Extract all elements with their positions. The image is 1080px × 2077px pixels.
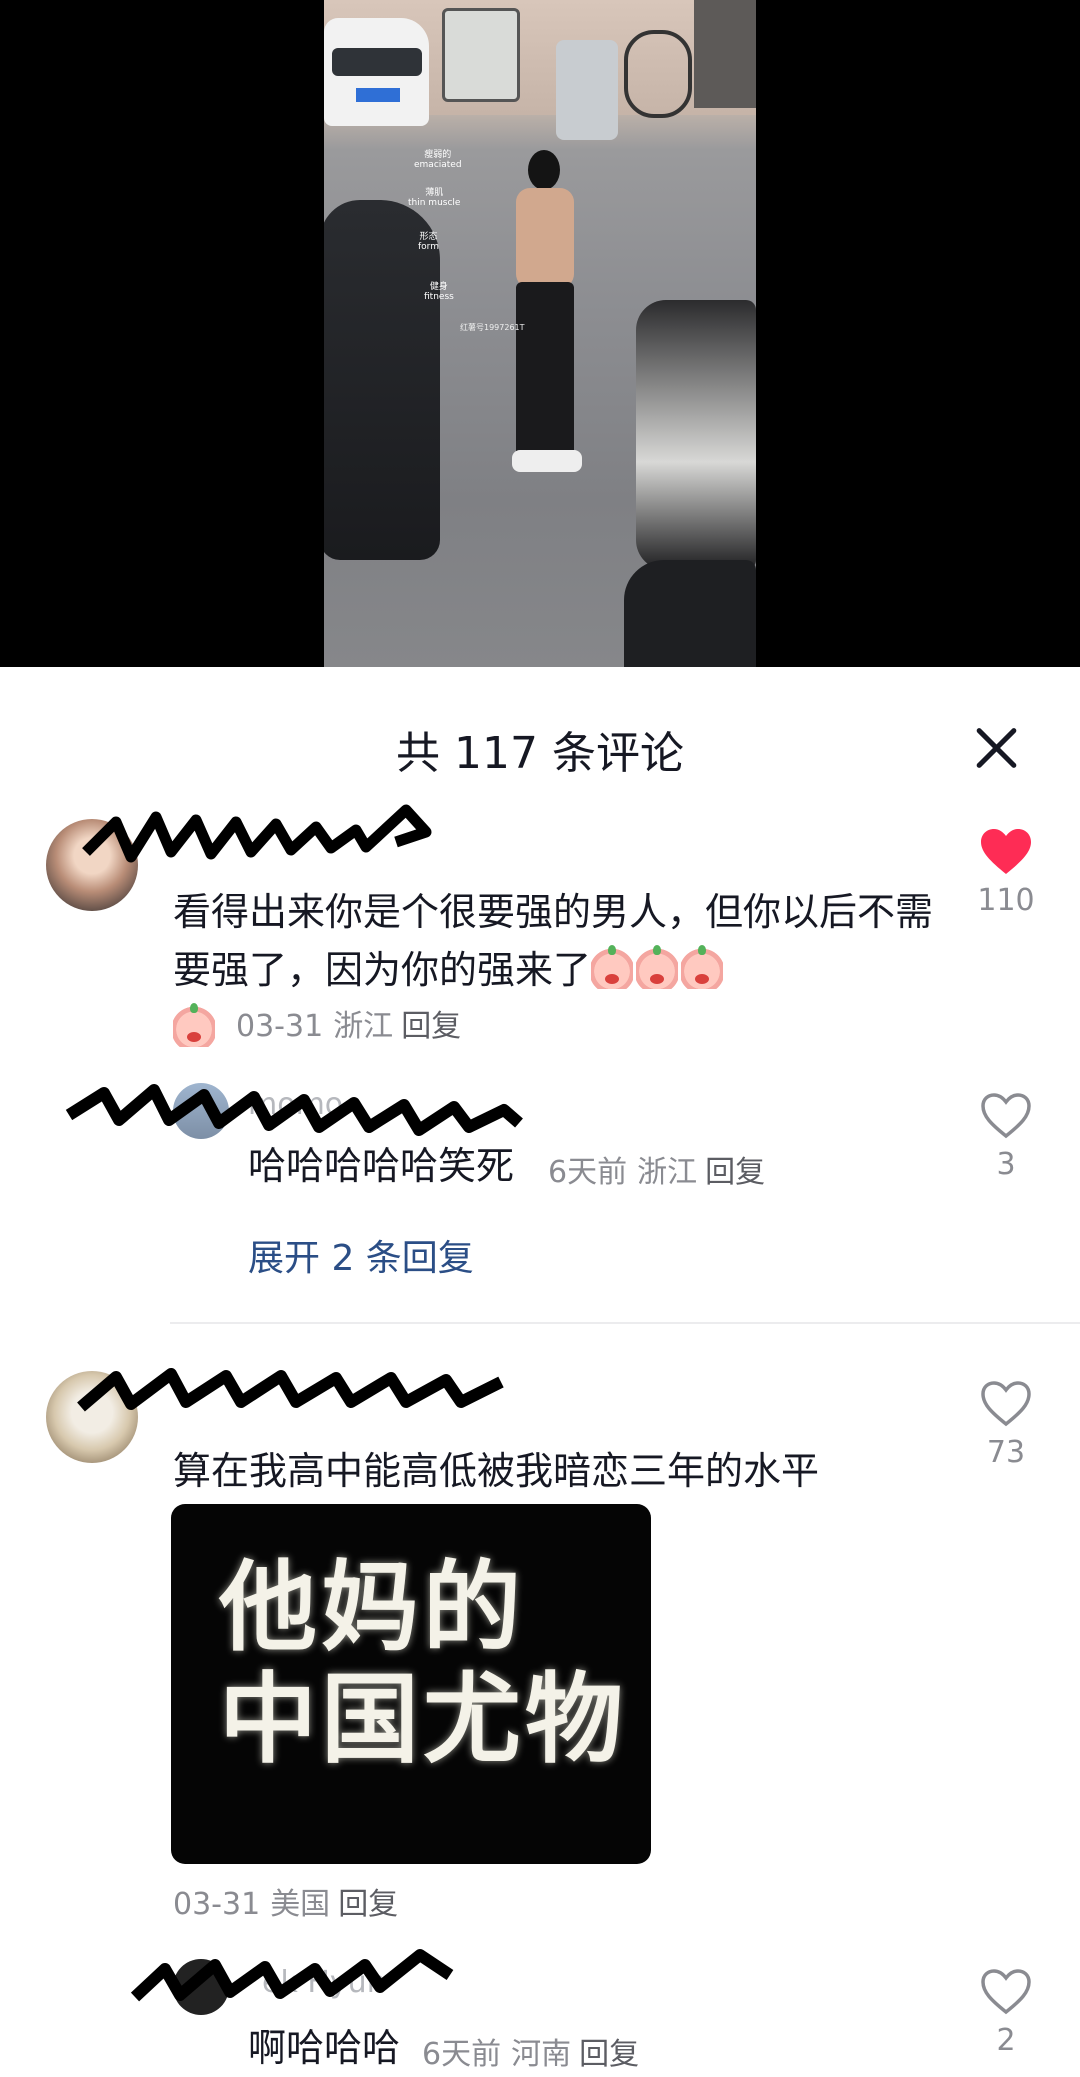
video-label-cn: 健身 — [429, 282, 448, 292]
heart-outline-icon — [981, 1381, 1031, 1427]
video-person-legs — [516, 282, 574, 460]
comment-region: 河南 — [511, 2037, 572, 2072]
video-watermark: 红薯号1997261T — [460, 323, 525, 332]
like-button[interactable]: 110 — [956, 827, 1056, 918]
heart-outline-icon — [981, 1093, 1031, 1139]
redaction-scribble — [77, 1368, 504, 1412]
peach-emoji-icon — [681, 945, 724, 989]
video-person-head — [528, 150, 560, 190]
comment-date: 6天前 — [548, 1155, 628, 1190]
video-label-thin-muscle: 薄肌 thin muscle — [408, 188, 460, 208]
video-label-form: 形态 form — [418, 232, 439, 252]
peach-emoji-icon — [591, 945, 634, 989]
comment-image-text: 中国尤物 — [219, 1662, 628, 1777]
heart-outline-icon — [981, 1969, 1031, 2015]
redaction-scribble — [65, 1084, 523, 1136]
video-label-cn: 瘦弱的 — [424, 150, 452, 160]
like-count: 73 — [986, 1435, 1026, 1470]
divider — [170, 1322, 1080, 1324]
video-cart — [442, 8, 520, 102]
video-car-plate — [356, 88, 400, 102]
comment-meta: 6天前 河南 回复 — [422, 2029, 639, 2073]
video-player[interactable]: 瘦弱的 emaciated 薄肌 thin muscle 形态 form 健身 … — [0, 0, 1080, 667]
comment-image[interactable]: 他妈的 中国尤物 — [171, 1504, 651, 1864]
video-parcel — [556, 40, 618, 140]
video-label-cn: 薄肌 — [425, 188, 444, 198]
reply-text: 啊哈哈哈 — [248, 2026, 401, 2070]
like-count: 2 — [996, 2023, 1016, 2058]
video-label-en: form — [418, 242, 439, 252]
comment-region: 浙江 — [637, 1155, 698, 1190]
comment-meta: 03-31 浙江 回复 — [236, 1001, 461, 1045]
video-car-window — [332, 48, 422, 76]
video-person-shoes — [512, 450, 582, 472]
like-count: 3 — [996, 1147, 1016, 1182]
redaction-scribble — [82, 804, 432, 863]
reply-text: 哈哈哈哈哈笑死 — [248, 1144, 515, 1188]
video-car — [324, 18, 429, 126]
video-scooter-right — [636, 300, 756, 570]
video-label-emaciated: 瘦弱的 emaciated — [414, 150, 462, 170]
reply-button[interactable]: 回复 — [579, 2037, 639, 2072]
comment-meta: 03-31 美国 回复 — [173, 1879, 398, 1923]
comment-meta: 6天前 浙江 回复 — [548, 1147, 765, 1191]
comment-date: 03-31 — [236, 1009, 324, 1044]
video-person-torso — [516, 188, 574, 288]
video-person — [502, 150, 588, 480]
video-label-fitness: 健身 fitness — [424, 282, 454, 302]
comment-region: 美国 — [270, 1887, 331, 1922]
peach-emoji-icon — [173, 1003, 215, 1047]
peach-emoji-icon — [636, 945, 679, 989]
like-button[interactable]: 2 — [956, 1967, 1056, 2058]
video-label-cn: 形态 — [419, 232, 438, 242]
reply-button[interactable]: 回复 — [401, 1009, 461, 1044]
like-count: 110 — [977, 883, 1035, 918]
expand-replies-link[interactable]: 展开 2 条回复 — [248, 1229, 474, 1281]
like-button[interactable]: 73 — [956, 1379, 1056, 1470]
comment-image-text: 他妈的 — [219, 1550, 526, 1665]
redaction-scribble — [130, 1949, 454, 2002]
comment-text: 算在我高中能高低被我暗恋三年的水平 — [173, 1449, 820, 1493]
comments-count-title: 共 117 条评论 — [396, 728, 684, 779]
close-icon[interactable] — [966, 717, 1026, 777]
video-frame[interactable]: 瘦弱的 emaciated 薄肌 thin muscle 形态 form 健身 … — [324, 0, 756, 667]
comment-date: 03-31 — [173, 1887, 261, 1922]
video-label-en: thin muscle — [408, 198, 461, 208]
video-label-en: fitness — [424, 292, 454, 302]
video-scooter-bottom — [624, 560, 756, 667]
comment-body: 看得出来你是个很要强的男人，但你以后不需要强了，因为你的强来了 — [173, 890, 934, 992]
comment-date: 6天前 — [422, 2037, 502, 2072]
comments-panel: 共 117 条评论 看得出来你是个很要强的男人，但你以后不需要强了，因为你的强来… — [0, 667, 1080, 2072]
video-doorway — [694, 0, 756, 108]
heart-filled-icon — [981, 829, 1031, 874]
comment-region: 浙江 — [333, 1009, 394, 1044]
reply-button[interactable]: 回复 — [338, 1887, 398, 1922]
reply-button[interactable]: 回复 — [705, 1155, 765, 1190]
video-label-en: emaciated — [414, 160, 462, 170]
like-button[interactable]: 3 — [956, 1091, 1056, 1182]
video-ebike — [624, 30, 692, 118]
video-scooter-left — [324, 200, 440, 560]
